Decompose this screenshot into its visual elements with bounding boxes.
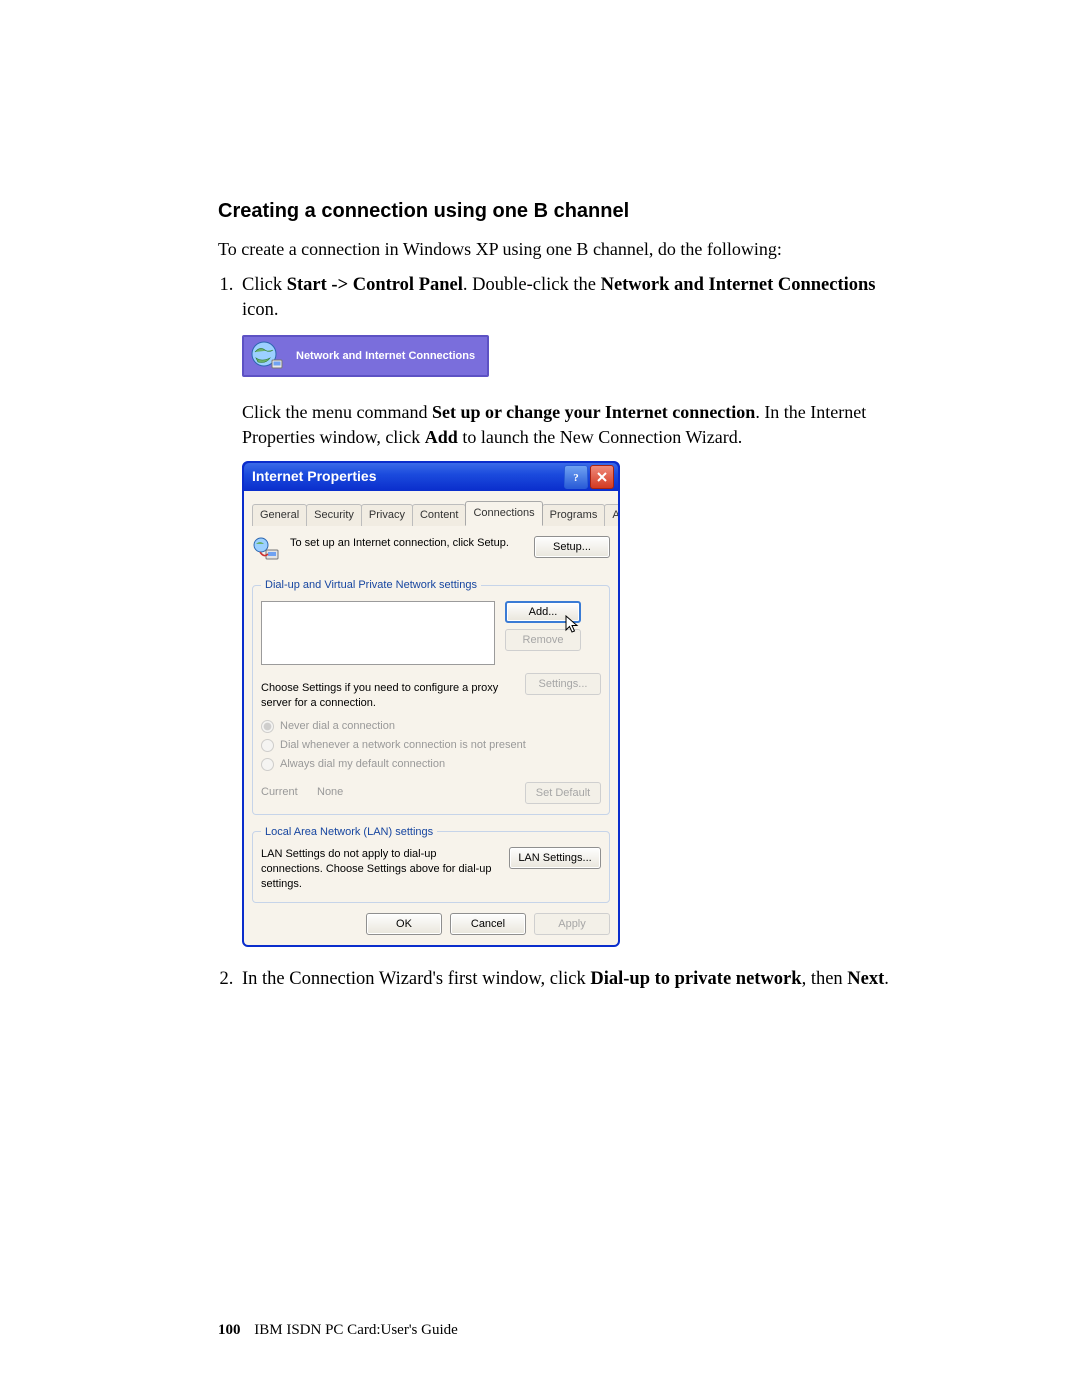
dialup-legend: Dial-up and Virtual Private Network sett… [261,578,481,593]
close-icon [596,471,608,483]
step2-pre: In the Connection Wizard's first window,… [242,969,590,989]
question-icon: ? [570,471,582,483]
ok-button[interactable]: OK [366,913,442,935]
radio-never-dial[interactable]: Never dial a connection [261,719,601,734]
tab-privacy[interactable]: Privacy [361,504,413,526]
tab-connections[interactable]: Connections [465,501,542,526]
p2-pre: Click the menu command [242,402,432,422]
step1-post: icon. [242,300,278,320]
tab-strip: General Security Privacy Content Connect… [252,499,610,526]
step2-post: . [884,969,889,989]
p2-b1: Set up or change your Internet connectio… [432,402,755,422]
figure-internet-properties: Internet Properties ? General Security P [242,461,910,947]
step2-b2: Next [847,969,884,989]
help-button[interactable]: ? [564,465,588,489]
radio-always-dial-label: Always dial my default connection [280,757,445,772]
radio-dial-when-absent-input[interactable] [261,739,274,752]
step-2: In the Connection Wizard's first window,… [238,967,910,992]
setup-button[interactable]: Setup... [534,536,610,558]
radio-never-dial-label: Never dial a connection [280,719,395,734]
proxy-text: Choose Settings if you need to configure… [261,681,515,711]
dialog-button-bar: OK Cancel Apply [252,913,610,935]
page-footer: 100 IBM ISDN PC Card:User's Guide [218,1322,458,1339]
step2-mid: , then [802,969,848,989]
dialup-buttons: Add... Remove [505,601,581,651]
radio-dial-when-absent[interactable]: Dial whenever a network connection is no… [261,738,601,753]
step1-paragraph2: Click the menu command Set up or change … [242,400,910,449]
current-value: None [317,785,525,800]
connection-icon [252,536,282,569]
p2-b2: Add [425,427,458,447]
current-row: Current None Set Default [261,782,601,804]
dialog-titlebar[interactable]: Internet Properties ? [244,463,618,491]
remove-button: Remove [505,629,581,651]
tab-content[interactable]: Content [412,504,467,526]
page-number: 100 [218,1322,241,1338]
internet-properties-dialog: Internet Properties ? General Security P [242,461,620,947]
p2-post: to launch the New Connection Wizard. [458,427,742,447]
dial-radios: Never dial a connection Dial whenever a … [261,719,601,772]
add-button[interactable]: Add... [505,601,581,623]
cancel-button[interactable]: Cancel [450,913,526,935]
current-label: Current [261,785,317,800]
section-heading: Creating a connection using one B channe… [218,200,910,223]
footer-title: IBM ISDN PC Card:User's Guide [254,1322,458,1338]
globe-network-icon [250,338,286,374]
step1-mid: . Double-click the [463,275,601,295]
radio-always-dial-input[interactable] [261,758,274,771]
radio-dial-when-absent-label: Dial whenever a network connection is no… [280,738,526,753]
step1-bold2: Network and Internet Connections [601,275,876,295]
set-default-button: Set Default [525,782,601,804]
apply-button: Apply [534,913,610,935]
steps-list: Click Start -> Control Panel. Double-cli… [218,273,910,992]
step2-b1: Dial-up to private network [590,969,801,989]
intro-paragraph: To create a connection in Windows XP usi… [218,237,910,261]
tab-programs[interactable]: Programs [542,504,606,526]
close-button[interactable] [590,465,614,489]
tab-general[interactable]: General [252,504,307,526]
step1-bold1: Start -> Control Panel [287,275,463,295]
nic-card: Network and Internet Connections [242,335,489,377]
svg-text:?: ? [573,472,579,483]
lan-text: LAN Settings do not apply to dial-up con… [261,847,499,892]
dialup-group: Dial-up and Virtual Private Network sett… [252,578,610,814]
nic-card-label: Network and Internet Connections [296,349,475,364]
dialog-title: Internet Properties [252,467,562,486]
settings-button: Settings... [525,673,601,695]
dialog-body: General Security Privacy Content Connect… [244,491,618,945]
lan-settings-button[interactable]: LAN Settings... [509,847,601,869]
lan-legend: Local Area Network (LAN) settings [261,825,437,840]
page: Creating a connection using one B channe… [0,0,1080,1397]
step1-pre: Click [242,275,287,295]
setup-text: To set up an Internet connection, click … [290,536,526,550]
tab-advanced[interactable]: Advanced [604,504,620,526]
figure-nic-card: Network and Internet Connections [242,335,910,382]
radio-never-dial-input[interactable] [261,720,274,733]
setup-row: To set up an Internet connection, click … [252,536,610,569]
connections-listbox[interactable] [261,601,495,665]
tab-security[interactable]: Security [306,504,362,526]
lan-group: Local Area Network (LAN) settings LAN Se… [252,825,610,903]
step-1: Click Start -> Control Panel. Double-cli… [238,273,910,947]
radio-always-dial[interactable]: Always dial my default connection [261,757,601,772]
